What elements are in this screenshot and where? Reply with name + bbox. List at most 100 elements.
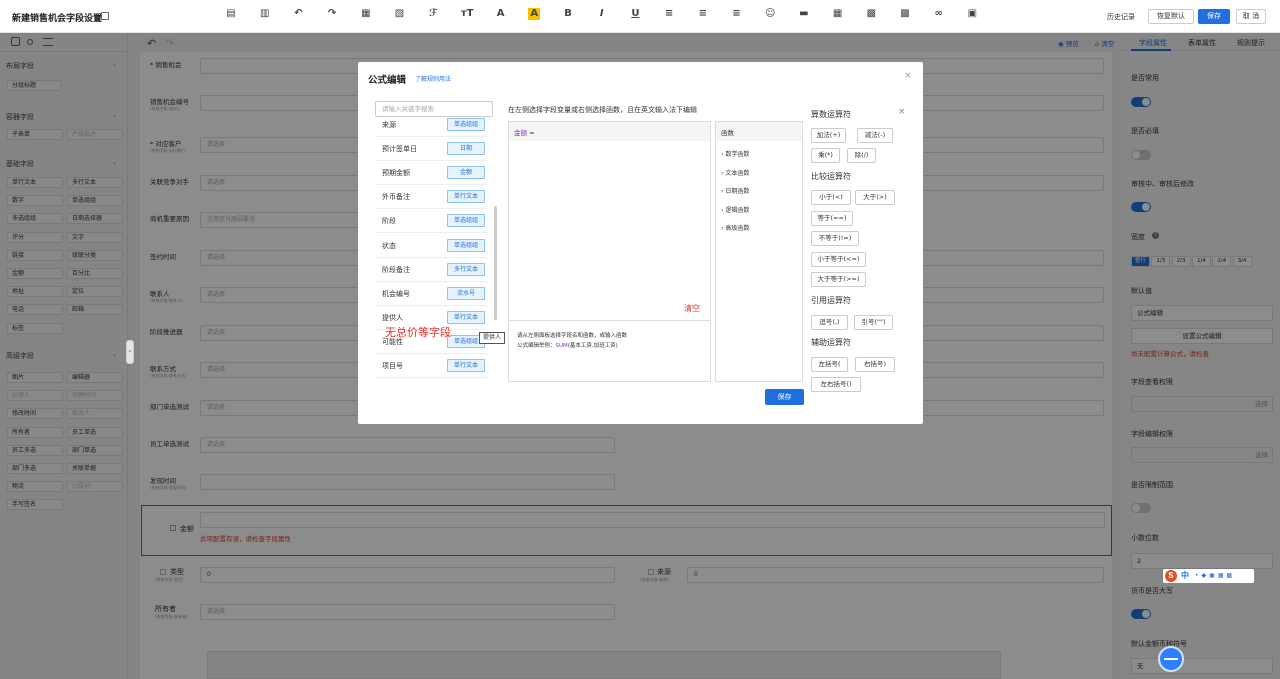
- toolbar-align-left-icon[interactable]: ≡: [663, 8, 675, 20]
- toolbar-italic-icon[interactable]: I: [596, 8, 608, 20]
- operator-button[interactable]: 除(/): [847, 148, 876, 163]
- variable-type-badge: 单选组组: [447, 118, 485, 131]
- toolbar-align-right-icon[interactable]: ≡: [731, 8, 743, 20]
- operator-button[interactable]: 大于(>): [855, 190, 895, 205]
- function-panel: [715, 121, 803, 382]
- clear-formula-button[interactable]: 清空: [684, 303, 700, 314]
- function-label: 逻辑函数: [725, 206, 750, 214]
- function-label: 数学函数: [725, 151, 750, 158]
- function-category[interactable]: › 数学函数: [721, 149, 749, 158]
- toolbar-font-size-icon[interactable]: ᴛT: [461, 8, 474, 20]
- toolbar-cut-icon[interactable]: ▧: [394, 8, 406, 20]
- operator-button[interactable]: 左右括号(): [811, 377, 861, 392]
- floating-assistant-icon[interactable]: [1158, 646, 1184, 672]
- variable-type-badge: 流水号: [447, 286, 485, 300]
- modal-save-button[interactable]: 保存: [765, 389, 804, 405]
- variable-type-badge: 单行文本: [447, 190, 485, 204]
- variable-scrollbar[interactable]: [494, 206, 497, 320]
- instruction-2: 公式编辑举例：SUM(基本工资,加班工资): [517, 341, 618, 349]
- variable-row[interactable]: 阶段 单选组组: [375, 209, 489, 234]
- toolbar-image-2-icon[interactable]: ▩: [899, 8, 911, 20]
- operator-button[interactable]: 不等于(!=): [811, 231, 859, 246]
- toolbar-copy-icon[interactable]: ▦: [360, 8, 372, 20]
- variable-name: 提供人: [382, 313, 403, 322]
- toolbar-underline-icon[interactable]: U: [629, 8, 641, 20]
- operator-button[interactable]: 等于(==): [811, 211, 853, 226]
- function-category[interactable]: › 高级函数: [721, 223, 749, 232]
- operator-group-title: 算数运算符: [811, 110, 851, 119]
- toolbar-image-icon[interactable]: ▩: [865, 8, 877, 20]
- page-title: 新建销售机会字段设置: [12, 14, 103, 24]
- operator-button[interactable]: 加法(+): [811, 128, 846, 143]
- operator-button[interactable]: 右括号): [855, 357, 895, 372]
- modal-title: 公式编辑: [368, 75, 407, 86]
- variable-name: 阶段备注: [382, 265, 410, 274]
- cancel-button[interactable]: 取 消: [1236, 9, 1266, 24]
- toolbar-redo-icon[interactable]: ↷: [326, 8, 338, 20]
- variable-name: 预计签单日: [382, 145, 417, 154]
- variable-row[interactable]: 阶段备注 多行文本: [375, 258, 489, 282]
- operator-group-title: 引用运算符: [811, 296, 851, 305]
- variable-name: 外币备注: [382, 193, 410, 202]
- toolbar-font-color-icon[interactable]: A: [495, 8, 507, 20]
- function-category[interactable]: › 文本函数: [721, 168, 749, 177]
- variable-row[interactable]: 项目号 单行文本: [375, 354, 489, 378]
- variable-type-badge: 单行文本: [447, 310, 485, 324]
- variable-row[interactable]: 机会编号 流水号: [375, 282, 489, 306]
- toolbar-bold-icon[interactable]: B: [562, 8, 574, 20]
- operator-group-title: 比较运算符: [811, 172, 851, 181]
- ime-toolbar[interactable]: S 中 •◆▣▦▩: [1163, 569, 1254, 583]
- function-category[interactable]: › 逻辑函数: [721, 205, 749, 214]
- variable-tooltip: 提供人: [479, 332, 506, 344]
- operator-button[interactable]: 小于等于(<=): [811, 252, 866, 267]
- variable-type-badge: 金额: [447, 166, 485, 180]
- toolbar-emoji-icon[interactable]: ☺: [764, 8, 776, 20]
- toolbar-media-icon[interactable]: ▣: [966, 8, 978, 20]
- instr-fn: SUM: [555, 343, 568, 349]
- operator-button[interactable]: 减法(-): [857, 128, 893, 143]
- instruction-1: 请从左侧面板选择字段名和函数，或输入函数: [517, 333, 628, 339]
- toolbar-insert-icon[interactable]: ▬: [798, 8, 810, 20]
- operator-button[interactable]: 引号(""): [854, 315, 893, 330]
- variable-row[interactable]: 预计签单日 日期: [375, 137, 489, 162]
- formula-eq: =: [529, 129, 535, 137]
- formula-prefix: 金额: [514, 129, 527, 137]
- help-link[interactable]: 了解规则用法: [415, 74, 451, 83]
- op-close-icon[interactable]: ×: [898, 107, 906, 117]
- reset-default-button[interactable]: 恢复默认: [1148, 9, 1194, 24]
- toolbar-font-family-icon[interactable]: ℱ: [427, 8, 439, 20]
- save-button[interactable]: 保存: [1198, 9, 1230, 24]
- variable-row[interactable]: 状态 单选组组: [375, 234, 489, 258]
- collapse-left-icon[interactable]: ‹: [126, 340, 134, 364]
- toolbar-format-painter-icon[interactable]: ▥: [259, 8, 271, 20]
- sogou-icon: S: [1165, 570, 1177, 582]
- toolbar-align-center-icon[interactable]: ≡: [697, 8, 709, 20]
- modal-close-icon[interactable]: ×: [904, 71, 912, 81]
- operator-button[interactable]: 大于等于(>=): [811, 272, 866, 287]
- ime-lang: 中: [1181, 571, 1189, 580]
- operator-button[interactable]: 逗号(,): [811, 315, 848, 330]
- toolbar-paste-icon[interactable]: ▤: [225, 8, 237, 20]
- toolbar-table-icon[interactable]: ▦: [832, 8, 844, 20]
- toolbar-link-icon[interactable]: ∞: [933, 8, 945, 20]
- variable-row[interactable]: 来源 单选组组: [375, 113, 489, 137]
- function-label: 高级函数: [725, 225, 750, 233]
- variable-name: 项目号: [382, 362, 403, 370]
- function-category[interactable]: › 日期函数: [721, 186, 749, 195]
- instr-rest: (基本工资,加班工资): [567, 343, 618, 349]
- variable-type-badge: 单选组组: [447, 214, 485, 228]
- formula-editor-area[interactable]: [508, 121, 711, 321]
- layout-icon[interactable]: [101, 12, 109, 20]
- operator-group-title: 辅助运算符: [811, 338, 851, 347]
- variable-name: 状态: [382, 241, 396, 250]
- function-head: 函数: [721, 129, 734, 137]
- operator-button[interactable]: 小于(<): [811, 190, 851, 205]
- variable-row[interactable]: 预期金额 金额: [375, 161, 489, 186]
- toolbar-undo-icon[interactable]: ↶: [292, 8, 304, 20]
- operator-button[interactable]: 左括号(: [811, 357, 848, 372]
- function-label: 日期函数: [725, 188, 750, 196]
- variable-row[interactable]: 外币备注 单行文本: [375, 185, 489, 210]
- history-link[interactable]: 历史记录: [1107, 12, 1135, 22]
- operator-button[interactable]: 乘(*): [811, 148, 840, 163]
- toolbar-highlight-icon[interactable]: A: [528, 8, 541, 20]
